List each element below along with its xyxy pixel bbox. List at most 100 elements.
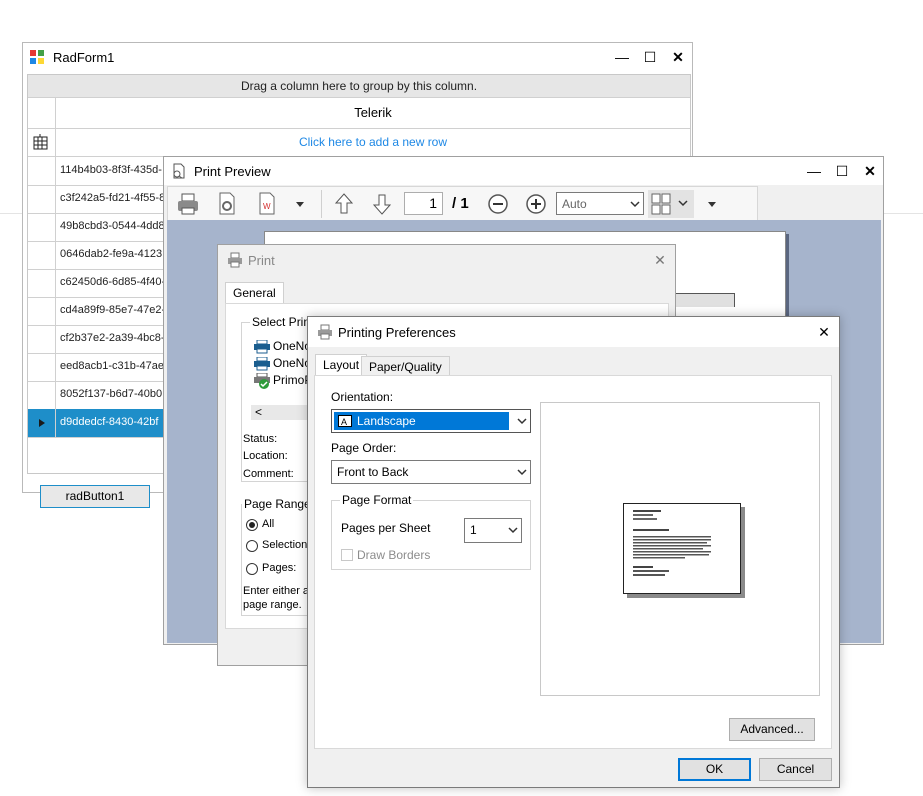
printer-list-scrollbar[interactable]: <: [251, 405, 311, 420]
multiple-pages-icon: [651, 193, 688, 215]
tab-general[interactable]: General: [225, 282, 284, 304]
layout-pages-button[interactable]: [648, 190, 694, 218]
radbutton1[interactable]: radButton1: [40, 485, 150, 508]
watermark-button[interactable]: W: [252, 191, 282, 217]
layout-preview-page: [623, 503, 741, 594]
range-hint-line1: Enter either a: [243, 585, 310, 597]
row-indicator[interactable]: [28, 297, 56, 325]
printer-icon: [178, 193, 198, 215]
prefs-close-button[interactable]: ✕: [810, 318, 838, 346]
table-cell[interactable]: 8052f137-b6d7-40b0: [60, 388, 162, 400]
range-selection-label: Selection: [262, 539, 308, 551]
svg-text:A: A: [341, 417, 347, 427]
layout-preview-box: [540, 402, 820, 696]
new-row[interactable]: Click here to add a new row: [28, 128, 690, 157]
printing-preferences-dialog: Printing Preferences ✕ Layout Paper/Qual…: [307, 316, 840, 788]
cancel-button[interactable]: Cancel: [759, 758, 832, 781]
table-cell[interactable]: 0646dab2-fe9a-4123: [60, 248, 162, 260]
row-indicator[interactable]: [28, 353, 56, 381]
printer-icon: [317, 324, 333, 340]
row-indicator[interactable]: [28, 213, 56, 241]
draw-borders-checkbox[interactable]: [341, 549, 353, 561]
svg-text:W: W: [263, 202, 271, 211]
preview-maximize-button[interactable]: ☐: [828, 157, 856, 185]
radform-titlebar[interactable]: RadForm1 — ☐ ✕: [23, 43, 692, 71]
table-cell[interactable]: c3f242a5-fd21-4f55-8: [60, 192, 165, 204]
table-cell[interactable]: c62450d6-6d85-4f40-: [60, 276, 165, 288]
toolbar-overflow-button[interactable]: [704, 191, 720, 217]
zoom-out-button[interactable]: [484, 191, 514, 217]
page-number-input[interactable]: 1: [404, 192, 443, 215]
prefs-titlebar[interactable]: Printing Preferences ✕: [308, 317, 839, 347]
table-cell[interactable]: d9ddedcf-8430-42bf: [60, 416, 158, 428]
previous-page-button[interactable]: [329, 191, 359, 217]
range-pages-radio[interactable]: [246, 563, 258, 575]
orientation-select[interactable]: A Landscape: [331, 409, 531, 433]
printer-name: OneNo: [273, 339, 312, 353]
range-all-radio[interactable]: [246, 519, 258, 531]
status-label: Status:: [243, 433, 278, 445]
preview-close-button[interactable]: ✕: [856, 157, 884, 185]
preview-titlebar[interactable]: Print Preview — ☐ ✕: [164, 157, 883, 185]
chevron-down-icon: [517, 418, 527, 425]
row-indicator[interactable]: [28, 381, 56, 409]
header-row-indicator: [28, 98, 56, 128]
ok-button[interactable]: OK: [678, 758, 751, 781]
row-indicator[interactable]: [28, 157, 56, 185]
next-page-button[interactable]: [367, 191, 397, 217]
row-indicator[interactable]: [28, 269, 56, 297]
minimize-button[interactable]: —: [608, 43, 636, 71]
table-cell[interactable]: 49b8cbd3-0544-4dd8: [60, 220, 165, 232]
radform-title: RadForm1: [53, 50, 115, 65]
zoom-in-button[interactable]: [522, 191, 552, 217]
column-header-telerik[interactable]: Telerik: [56, 105, 690, 120]
advanced-button[interactable]: Advanced...: [729, 718, 815, 741]
print-button[interactable]: [174, 191, 204, 217]
range-selection-radio[interactable]: [246, 540, 258, 552]
export-dropdown-button[interactable]: [292, 191, 308, 217]
prefs-title: Printing Preferences: [338, 325, 456, 340]
table-add-icon: [33, 134, 49, 150]
row-indicator[interactable]: [28, 325, 56, 353]
table-cell[interactable]: eed8acb1-c31b-47ae: [60, 360, 164, 372]
toolbar-separator: [321, 190, 322, 218]
page-order-select[interactable]: Front to Back: [331, 460, 531, 484]
scroll-left-icon[interactable]: <: [255, 405, 262, 419]
layout-tab-panel: Orientation: A Landscape Page Order: Fro…: [314, 375, 832, 749]
chevron-down-icon: [630, 201, 640, 208]
comment-label: Comment:: [243, 468, 294, 480]
close-button[interactable]: ✕: [664, 43, 692, 71]
chevron-down-icon: [517, 469, 527, 476]
maximize-button[interactable]: ☐: [636, 43, 664, 71]
printer-icon: [254, 340, 270, 354]
table-cell[interactable]: 114b4b03-8f3f-435d-: [60, 164, 162, 176]
print-dialog-close-button[interactable]: ✕: [646, 246, 674, 274]
add-new-row-link[interactable]: Click here to add a new row: [56, 135, 690, 149]
tab-paper-quality[interactable]: Paper/Quality: [361, 356, 450, 376]
zoom-in-icon: [526, 194, 546, 214]
printer-icon: [227, 252, 243, 268]
row-indicator[interactable]: [28, 409, 56, 437]
document-preview-icon: [633, 510, 711, 576]
page-total-label: / 1: [452, 195, 469, 212]
page-order-label: Page Order:: [331, 441, 397, 455]
current-row-arrow-icon: [39, 419, 45, 427]
table-cell[interactable]: cf2b37e2-2a39-4bc8-: [60, 332, 165, 344]
table-cell[interactable]: cd4a89f9-85e7-47e2-: [60, 304, 165, 316]
preview-minimize-button[interactable]: —: [800, 157, 828, 185]
print-dialog-title: Print: [248, 253, 275, 268]
page-format-label: Page Format: [340, 493, 414, 507]
page-order-value: Front to Back: [337, 465, 409, 479]
pages-per-sheet-select[interactable]: 1: [464, 518, 522, 543]
group-panel[interactable]: Drag a column here to group by this colu…: [28, 75, 690, 97]
print-dialog-titlebar[interactable]: Print ✕: [218, 245, 675, 275]
pages-per-sheet-label: Pages per Sheet: [341, 521, 431, 535]
row-indicator[interactable]: [28, 185, 56, 213]
page-setup-button[interactable]: [212, 191, 242, 217]
zoom-value: Auto: [562, 197, 587, 211]
range-hint-line2: page range.: [243, 599, 302, 611]
row-indicator[interactable]: [28, 241, 56, 269]
tab-layout[interactable]: Layout: [315, 354, 368, 376]
new-row-indicator: [28, 128, 56, 156]
zoom-select[interactable]: Auto: [556, 192, 644, 215]
